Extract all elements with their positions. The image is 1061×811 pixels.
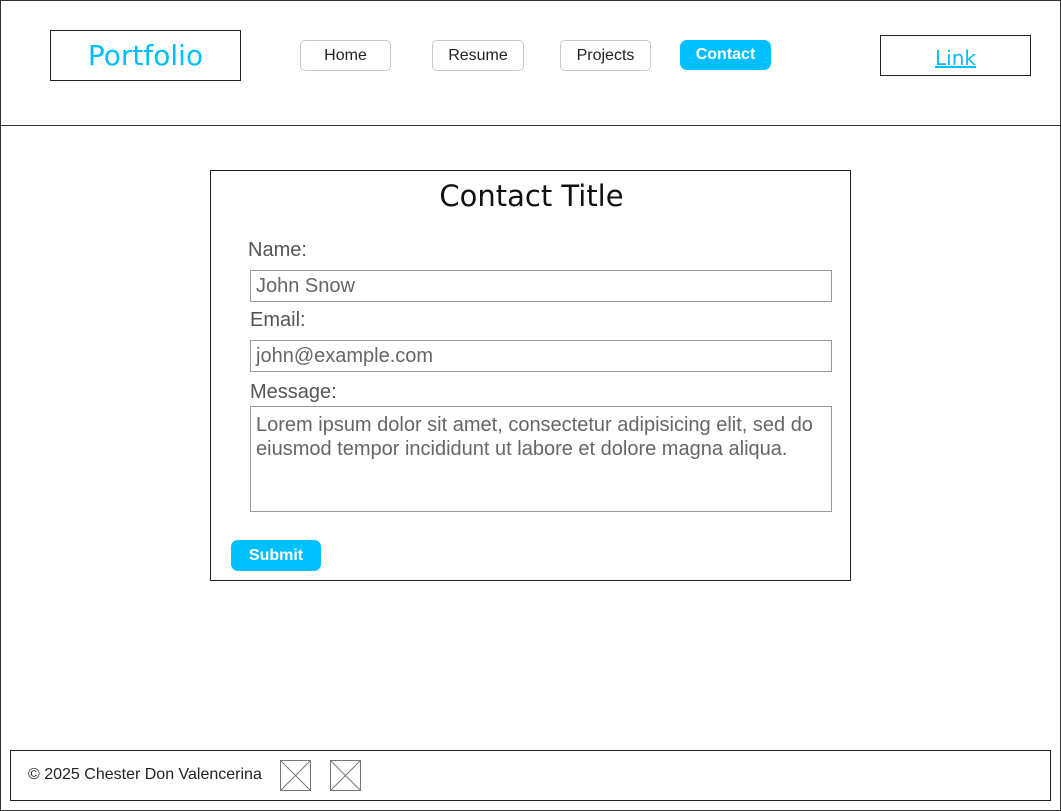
message-field[interactable]: Lorem ipsum dolor sit amet, consectetur …: [250, 406, 832, 512]
email-label: Email:: [250, 309, 306, 331]
form-title: Contact Title: [439, 179, 624, 213]
logo-text: Portfolio: [87, 39, 204, 72]
footer: © 2025 Chester Don Valencerina: [10, 750, 1051, 801]
image-placeholder-icon: [330, 760, 361, 791]
contact-form: Contact Title Name: John Snow Email: joh…: [210, 170, 851, 581]
nav-home-button[interactable]: Home: [300, 40, 391, 71]
submit-button[interactable]: Submit: [231, 540, 321, 571]
email-field[interactable]: john@example.com: [250, 340, 832, 372]
name-label: Name:: [248, 239, 307, 261]
logo[interactable]: Portfolio: [50, 30, 241, 81]
header-link[interactable]: Link: [880, 35, 1031, 76]
page: Portfolio Home Resume Projects Contact L…: [0, 0, 1061, 811]
header: Portfolio Home Resume Projects Contact L…: [0, 0, 1061, 126]
image-placeholder-icon: [280, 760, 311, 791]
nav-projects-button[interactable]: Projects: [560, 40, 651, 71]
copyright-text: © 2025 Chester Don Valencerina: [28, 766, 262, 783]
message-label: Message:: [250, 381, 337, 403]
header-link-text[interactable]: Link: [935, 46, 976, 70]
nav-contact-button[interactable]: Contact: [680, 40, 771, 70]
nav-resume-button[interactable]: Resume: [432, 40, 524, 71]
name-field[interactable]: John Snow: [250, 270, 832, 302]
